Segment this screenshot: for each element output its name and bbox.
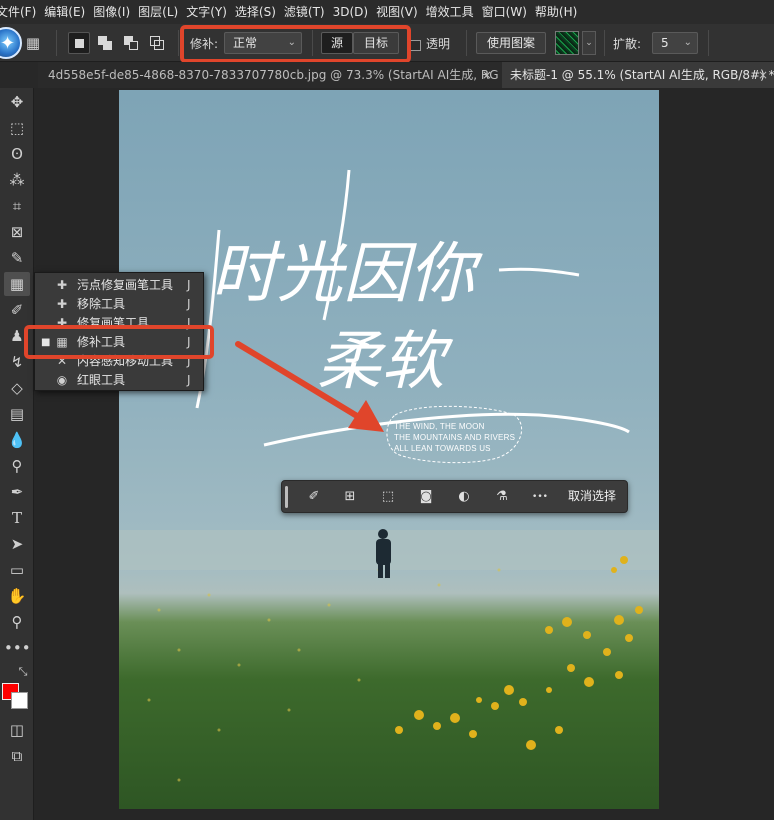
lasso-tool-icon[interactable]: ʘ [4,142,30,166]
tools-panel: ✥ ⬚ ʘ ⁂ ⌗ ⊠ ✎ ▦ ✐ ♟ ↯ ◇ ▤ 💧 ⚲ ✒ T ➤ ▭ ✋ … [0,88,34,820]
flyout-item-red-eye[interactable]: ◉ 红眼工具 J [35,371,203,390]
close-icon[interactable]: × [482,62,492,88]
more-tools-icon[interactable]: ••• [4,636,31,660]
app-logo-icon: ✦ [0,27,22,59]
flyout-item-label: 污点修复画笔工具 [77,278,174,292]
document-tabs: 4d558e5f-de85-4868-8370-7833707780cb.jpg… [38,62,774,88]
divider [56,30,57,56]
highlight-patch-options [180,25,411,63]
menu-bar: 文件(F) 编辑(E) 图像(I) 图层(L) 文字(Y) 选择(S) 滤镜(T… [0,0,774,24]
select-subject-icon[interactable]: ⬚ [376,486,400,508]
diffusion-value: 5 [661,36,669,50]
english-line-2: THE MOUNTAINS AND RIVERS [394,433,516,442]
transparent-checkbox[interactable] [410,40,421,51]
pattern-swatch[interactable] [555,31,579,55]
tab-label: 未标题-1 @ 55.1% (StartAI AI生成, RGB/8#) * [510,68,774,82]
brush-tool-icon[interactable]: ✐ [4,298,30,322]
red-eye-icon: ◉ [56,373,68,387]
menu-view[interactable]: 视图(V) [372,0,422,24]
flyout-item-remove[interactable]: ✚ 移除工具 J [35,295,203,314]
shortcut-key: J [187,373,191,387]
artwork-title-line1: 时光因你 [211,235,475,312]
hand-tool-icon[interactable]: ✋ [4,584,30,608]
add-selection-icon[interactable] [94,32,116,54]
menu-filter[interactable]: 滤镜(T) [280,0,329,24]
menu-help[interactable]: 帮助(H) [531,0,581,24]
eyedropper-tool-icon[interactable]: ✎ [4,246,30,270]
tab-document-2[interactable]: 未标题-1 @ 55.1% (StartAI AI生成, RGB/8#) * × [502,62,774,88]
close-icon[interactable]: × [758,62,768,88]
artwork-title-line2: 柔软 [317,325,445,399]
subtract-selection-icon[interactable] [120,32,142,54]
shortcut-key: J [187,297,191,311]
pattern-dropdown[interactable]: ⌄ [582,31,596,55]
type-tool-icon[interactable]: T [4,506,30,530]
menu-3d[interactable]: 3D(D) [329,0,372,24]
diffusion-label: 扩散: [613,37,642,51]
eraser-tool-icon[interactable]: ◇ [4,376,30,400]
quick-select-tool-icon[interactable]: ⁂ [4,168,30,192]
marquee-tool-icon[interactable]: ⬚ [4,116,30,140]
intersect-selection-icon[interactable] [146,32,168,54]
menu-image[interactable]: 图像(I) [89,0,134,24]
crop-tool-icon[interactable]: ⌗ [4,194,30,218]
chevron-down-icon: ⌄ [683,37,692,48]
rectangle-tool-icon[interactable]: ▭ [4,558,30,582]
menu-plugins[interactable]: 增效工具 [422,0,478,24]
new-selection-icon[interactable] [68,32,90,54]
invert-icon[interactable]: ◐ [452,486,476,508]
menu-edit[interactable]: 编辑(E) [40,0,89,24]
divider [466,30,467,56]
divider [178,30,179,56]
swap-colors-icon[interactable]: ⤡ [14,660,32,684]
transform-icon[interactable]: ⊞ [338,486,362,508]
menu-type[interactable]: 文字(Y) [182,0,231,24]
flyout-item-label: 移除工具 [77,297,126,311]
background-color-swatch[interactable] [11,692,28,709]
menu-window[interactable]: 窗口(W) [478,0,531,24]
quick-mask-icon[interactable]: ◫ [4,718,30,742]
dodge-tool-icon[interactable]: ⚲ [4,454,30,478]
path-select-tool-icon[interactable]: ➤ [4,532,30,556]
gradient-tool-icon[interactable]: ▤ [4,402,30,426]
english-line-3: ALL LEAN TOWARDS US [394,444,491,453]
patch-tool-preset-icon[interactable]: ▦ [20,31,46,55]
document-canvas[interactable]: 时光因你 柔软 [119,90,659,809]
zoom-tool-icon[interactable]: ⚲ [4,610,30,634]
use-pattern-button[interactable]: 使用图案 [476,32,546,54]
menu-select[interactable]: 选择(S) [231,0,280,24]
blur-tool-icon[interactable]: 💧 [4,428,30,452]
fill-icon[interactable]: ⚗ [490,486,514,508]
tab-label: 4d558e5f-de85-4868-8370-7833707780cb.jpg… [48,68,498,82]
tab-document-1[interactable]: 4d558e5f-de85-4868-8370-7833707780cb.jpg… [40,62,498,88]
divider [604,30,605,56]
english-line-1: THE WIND, THE MOON [394,422,485,431]
remove-tool-icon: ✚ [56,297,68,311]
brush-select-icon[interactable]: ✐ [302,486,326,508]
pen-tool-icon[interactable]: ✒ [4,480,30,504]
frame-tool-icon[interactable]: ⊠ [4,220,30,244]
drag-handle[interactable] [284,486,290,508]
chevron-down-icon: ⌄ [585,38,593,48]
shortcut-key: J [187,278,191,292]
flyout-item-label: 红眼工具 [77,373,126,387]
move-tool-icon[interactable]: ✥ [4,90,30,114]
menu-file[interactable]: 文件(F) [0,0,40,24]
divider [708,30,709,56]
artwork [119,169,659,782]
menu-layer[interactable]: 图层(L) [134,0,182,24]
more-options-icon[interactable]: ••• [528,486,552,508]
screen-mode-icon[interactable]: ⧉ [4,744,30,768]
mask-icon[interactable]: ◙ [414,486,438,508]
deselect-button[interactable]: 取消选择 [568,481,616,512]
spot-healing-icon: ✚ [56,278,68,292]
flyout-item-spot-healing[interactable]: ✚ 污点修复画笔工具 J [35,276,203,295]
contextual-task-bar: ✐ ⊞ ⬚ ◙ ◐ ⚗ ••• 取消选择 [281,480,628,513]
highlight-patch-tool [24,325,214,359]
transparent-label: 透明 [426,37,451,51]
healing-tool-icon[interactable]: ▦ [4,272,30,296]
diffusion-select[interactable]: 5 ⌄ [652,32,698,54]
